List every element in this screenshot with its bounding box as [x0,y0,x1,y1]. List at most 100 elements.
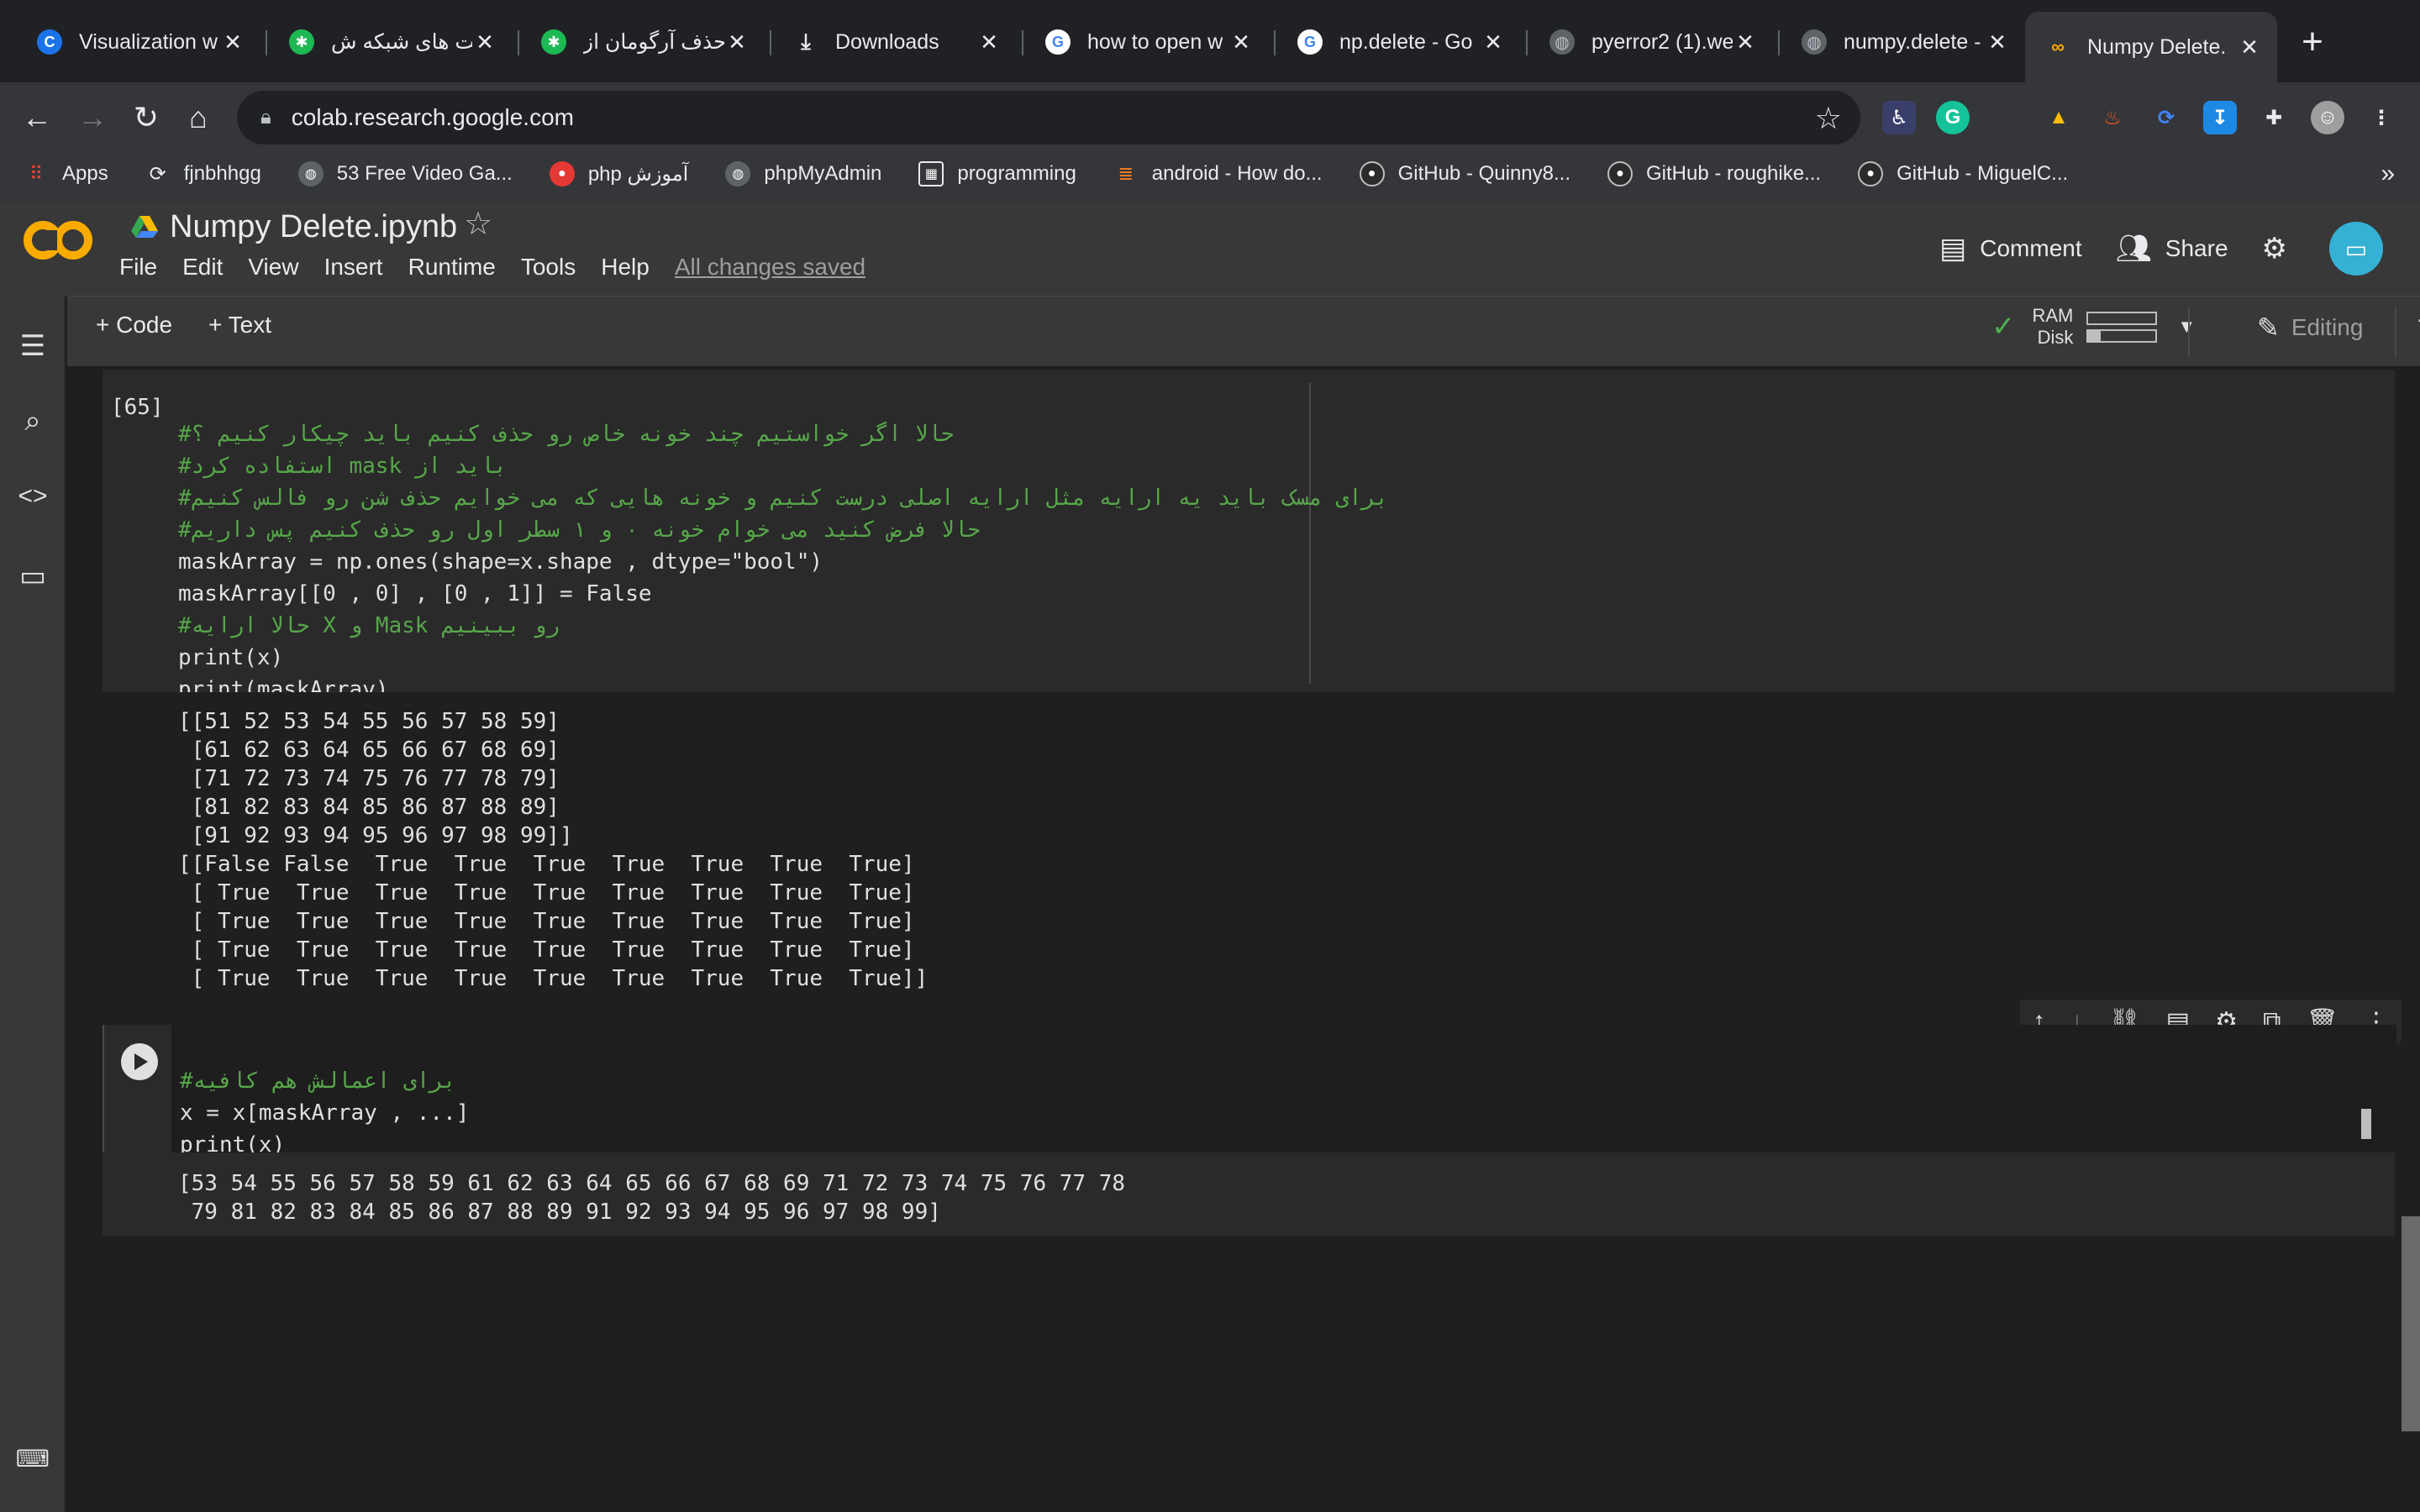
google-g-icon: G [1297,29,1323,55]
add-text-cell-button[interactable]: + Text [208,312,271,339]
settings-button[interactable]: ⚙ [2262,232,2287,265]
output-text: [53 54 55 56 57 58 59 61 62 63 64 65 66 … [178,1171,1126,1225]
table-of-contents-icon[interactable]: ☰ [0,329,66,363]
collapse-header-icon[interactable]: ⌃ [2413,312,2420,341]
pencil-icon: ✎ [2257,312,2280,343]
code-line: print(x) [178,645,284,670]
code-snippets-icon[interactable]: <> [0,482,66,511]
gear-icon: ⚙ [2261,233,2287,265]
extension-icon[interactable]: ♿︎ [1882,101,1916,134]
menu-view[interactable]: View [248,254,298,281]
close-icon[interactable]: ✕ [1481,29,1506,55]
comment-label: Comment [1980,235,2082,261]
menu-edit[interactable]: Edit [182,254,223,281]
bookmark-github-roughike[interactable]: ● GitHub - roughike... [1607,161,1821,186]
colab-c-icon: C [37,29,62,55]
editor-scrollbar[interactable] [2361,1109,2371,1139]
bookmark-video-games[interactable]: ◍ 53 Free Video Ga... [297,161,513,186]
save-status[interactable]: All changes saved [675,254,865,281]
translate-extension-icon[interactable]: ↧ [2203,101,2237,134]
notebook-title-text: Numpy Delete.ipynb [170,208,458,244]
files-folder-icon[interactable]: ▭ [0,559,66,593]
ram-label: RAM [2032,305,2074,326]
menu-help[interactable]: Help [601,254,650,281]
share-button[interactable]: 👥︎ Share [2116,232,2228,265]
tab-numpy-delete-docs[interactable]: ◍ numpy.delete - ✕ [1781,12,2025,72]
close-icon[interactable]: ✕ [1733,29,1758,55]
close-icon[interactable]: ✕ [976,29,1002,55]
tab-label: Visualization w [79,29,218,54]
bookmark-github-quinny[interactable]: ● GitHub - Quinny8... [1359,161,1570,186]
reload-icon[interactable]: ↻ [126,97,166,138]
bookmark-label: programming [957,162,1076,185]
bookmark-php[interactable]: ● php آموزش [549,161,688,186]
forward-arrow-icon[interactable]: → [72,97,113,138]
add-code-cell-button[interactable]: + Code [96,312,172,339]
tab-downloads[interactable]: ⤓ Downloads ✕ [773,12,1017,72]
tab-visualization[interactable]: C Visualization w ✕ [17,12,260,72]
apps-grid-icon: ⠿ [29,163,44,184]
comment-button[interactable]: ▤ Comment [1939,232,2082,265]
bookmark-apps[interactable]: ⠿ Apps [24,161,108,186]
bookmark-label: Apps [62,162,108,185]
sync-extension-icon[interactable]: ⟳ [2149,101,2183,134]
search-icon[interactable]: ⌕ [0,405,66,438]
bookmark-phpmyadmin[interactable]: ◍ phpMyAdmin [725,161,881,186]
green-flower-icon: ✱ [541,29,566,55]
close-icon[interactable]: ✕ [1228,29,1254,55]
tab-numpy-delete-notebook[interactable]: ∞ Numpy Delete. ✕ [2025,12,2277,82]
menu-file[interactable]: File [119,254,157,281]
chevron-down-icon[interactable]: ▼ [2177,316,2196,338]
google-drive-icon[interactable]: ▲ [2042,101,2075,134]
tab-remove-argument[interactable]: ✱ حذف آرگومان از py ✕ [521,12,765,72]
menu-runtime[interactable]: Runtime [408,254,496,281]
page-scrollbar[interactable] [2402,1216,2420,1431]
back-arrow-icon[interactable]: ← [17,97,57,138]
tab-network-activity[interactable]: ✱ فعالیت های شبکه ش ✕ [269,12,513,72]
bookmarks-overflow-icon[interactable]: » [2381,160,2395,188]
run-cell-button[interactable] [121,1043,158,1080]
globe-icon: ◍ [1802,29,1827,55]
tab-label: how to open w [1087,29,1223,54]
bookmark-github-miguel[interactable]: ● GitHub - MiguelC... [1858,161,2068,186]
home-icon[interactable]: ⌂ [178,97,218,138]
close-icon[interactable]: ✕ [2237,34,2262,60]
code-cell-1[interactable]: [65] #حالا اگر خواستیم چند خونه خاص رو ح… [103,370,2395,702]
download-icon: ⤓ [801,29,811,54]
close-icon[interactable]: ✕ [472,29,497,55]
tab-np-delete[interactable]: G np.delete - Go ✕ [1277,12,1521,72]
resource-monitor[interactable]: ✓ RAM Disk ▼ [1991,305,2196,349]
close-icon[interactable]: ✕ [724,29,750,55]
terminal-icon[interactable]: ⌨ [0,1445,66,1473]
bookmark-star-icon[interactable]: ☆ [1815,101,1842,136]
bookmark-android[interactable]: ≣ android - How do... [1113,161,1323,186]
bookmark-fjnbhhgg[interactable]: ⟳ fjnbhhgg [145,161,261,186]
menu-tools[interactable]: Tools [521,254,576,281]
account-avatar[interactable]: ▭ [2329,222,2383,276]
disk-label: Disk [2037,327,2074,348]
star-notebook-icon[interactable]: ☆ [464,205,492,243]
editing-mode-button[interactable]: ✎ Editing [2257,312,2363,344]
tab-pyerror2[interactable]: ◍ pyerror2 (1).we ✕ [1529,12,1773,72]
github-icon: ● [1359,161,1385,186]
google-g-icon: G [1045,29,1071,55]
menu-kebab-icon[interactable]: ⋮ [2365,101,2398,134]
grammarly-icon[interactable]: G [1936,101,1970,134]
address-bar[interactable]: 🔒︎ colab.research.google.com ☆ [237,91,1860,144]
profile-avatar-icon[interactable]: ☺ [2311,101,2344,134]
code-line: #حالا اگر خواستیم چند خونه خاص رو حذف کن… [178,422,955,447]
close-icon[interactable]: ✕ [1985,29,2010,55]
notebook-title[interactable]: Numpy Delete.ipynb [129,203,457,250]
fire-extension-icon[interactable]: ♨ [2096,101,2129,134]
tab-how-to-open[interactable]: G how to open w ✕ [1025,12,1269,72]
code-cell-2[interactable]: #برای اعمالش هم کافیه x = x[maskArray , .… [103,1025,2396,1158]
menu-insert[interactable]: Insert [324,254,383,281]
bookmark-programming[interactable]: ▦ programming [918,161,1076,186]
close-icon[interactable]: ✕ [220,29,245,55]
puzzle-icon[interactable]: ✚ [2257,101,2291,134]
bookmark-label: GitHub - MiguelC... [1897,162,2069,185]
connected-check-icon: ✓ [1991,311,2016,343]
colab-logo-icon[interactable] [22,215,94,265]
green-flower-icon: ✱ [289,29,314,55]
new-tab-button[interactable]: + [2294,18,2331,66]
